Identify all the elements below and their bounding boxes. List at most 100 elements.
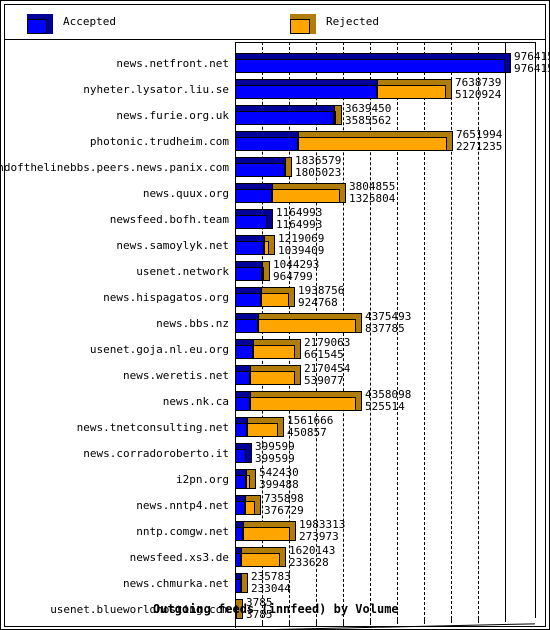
chart-row-values: 735898 376729 [264,493,304,517]
chart-row-bar: 97641579764157 [235,50,549,76]
bar-segment-rejected-front-face [245,501,255,515]
bar-side-face [290,521,296,541]
chart-row: news.nk.ca 4358098 525514 [5,388,543,414]
chart-row-bar: 1836579 1805023 [235,154,505,180]
legend-label-rejected: Rejected [326,15,379,28]
chart-row-bar: 4358098 525514 [235,388,505,414]
bar-segment-rejected [250,391,356,411]
chart-row-bar: 2179063 661545 [235,336,505,362]
chart-row-label: nyheter.lysator.liu.se [83,83,229,96]
legend-label-accepted: Accepted [63,15,116,28]
bar-segment-accepted [235,365,250,385]
bar-segment-accepted [235,313,258,333]
chart-row-values: 4358098 525514 [365,389,411,413]
chart-row-values: 3639450 3585562 [345,103,391,127]
bar-segment-accepted-front-face [235,137,298,151]
bar-segment-rejected [377,79,446,99]
bar-segment-accepted [235,131,298,151]
chart-row-accepted-value: 539077 [304,374,344,387]
chart-row: news.quux.org 3804855 1325804 [5,180,543,206]
chart-row-label: news.bbs.nz [156,317,229,330]
chart-row: usenet.goja.nl.eu.org 2179063 661545 [5,336,543,362]
bar-segment-accepted-front-face [235,475,246,489]
bar-side-face [246,443,252,463]
chart-row-bar: 1620143 233628 [235,544,505,570]
chart-row-bar: 3639450 3585562 [235,102,505,128]
chart-row: news.tnetconsulting.net 1561666 450857 [5,414,543,440]
chart-row-accepted-value: 450857 [287,426,327,439]
chart-row: nntp.comgw.net 1983313 273973 [5,518,543,544]
chart-row-bar: 542430 399488 [235,466,505,492]
chart-row: news.netfront.net 97641579764157 [5,50,549,76]
chart-row-label: news.weretis.net [123,369,229,382]
bar-side-face [242,573,248,593]
chart-row-label: news.netfront.net [116,57,229,70]
chart-row-accepted-value: 5120924 [455,88,502,101]
bar-segment-rejected [250,365,295,385]
bar-segment-rejected [258,313,356,333]
chart-row: news.bbs.nz 4375493 837785 [5,310,543,336]
bar-segment-rejected-front-face [247,423,278,437]
chart-row-accepted-value: 525514 [365,400,405,413]
bar-segment-rejected [298,131,447,151]
bar-segment-rejected-front-face [258,319,356,333]
chart-row-accepted-value: 924768 [298,296,338,309]
chart-row-accepted-value: 964799 [273,270,313,283]
bar-segment-rejected-front-face [250,371,295,385]
chart-row-values: 2170454 539077 [304,363,350,387]
chart-row-values: 542430 399488 [259,467,299,491]
chart-row-values: 1983313 273973 [299,519,345,543]
chart-row-bar: 1938756 924768 [235,284,505,310]
chart-row-label: news.nntp4.net [136,499,229,512]
chart-row-bar: 399599 399599 [235,440,505,466]
chart-row-bar: 2170454 539077 [235,362,505,388]
chart-row-values: 1836579 1805023 [295,155,341,179]
chart-row-label: endofthelinebbs.peers.news.panix.com [0,161,229,174]
chart-row-accepted-value: 1325804 [349,192,396,205]
chart-row-values: 399599 399599 [255,441,295,465]
chart-row: newsfeed.xs3.de 1620143 233628 [5,544,543,570]
bar-side-face [286,157,292,177]
chart-bars-container: news.netfront.net 97641579764157 nyheter.l… [1,40,549,624]
bar-segment-accepted [235,261,262,281]
chart-row-bar: 7638739 5120924 [235,76,505,102]
chart-row: endofthelinebbs.peers.news.panix.com 1836… [1,154,543,180]
bar-side-face [356,313,362,333]
bar-side-face [250,469,256,489]
chart-row-label: news.nk.ca [162,395,229,408]
chart-row: news.weretis.net 2170454 539077 [5,362,543,388]
chart-row-values: 235783 233044 [251,571,291,595]
bar-segment-accepted [235,183,272,203]
chart-row-label: i2pn.org [176,473,229,486]
chart-window: Accepted Rejected 0%10%20%30%40%50%60%70… [0,0,550,630]
bar-side-face [278,417,284,437]
chart-row-accepted-value: 1805023 [295,166,342,179]
chart-row-bar: 3804855 1325804 [235,180,505,206]
bar-segment-rejected-front-face [250,397,356,411]
bar-segment-accepted [235,79,377,99]
bar-side-face [280,547,286,567]
bar-segment-accepted [235,443,246,463]
x-axis-tick [235,624,236,628]
chart-row-accepted-value: 3585562 [345,114,392,127]
bar-segment-accepted [235,209,267,229]
chart-row: news.corradoroberto.it 399599 399599 [5,440,543,466]
chart-row-values: 1938756 924768 [298,285,344,309]
chart-row: usenet.network 1044293 964799 [5,258,543,284]
chart-row-accepted-value: 233628 [289,556,329,569]
chart-row: i2pn.org 542430 399488 [5,466,543,492]
bar-side-face [289,287,295,307]
chart-row-values: 1164993 1164993 [276,207,322,231]
bar-segment-rejected [272,183,340,203]
bar-segment-accepted [235,417,247,437]
rejected-swatch-front-face [290,19,310,34]
chart-row-accepted-value: 1039409 [278,244,325,257]
bar-segment-rejected-front-face [241,553,280,567]
chart-row-bar: 1561666 450857 [235,414,505,440]
chart-legend: Accepted Rejected [4,4,546,40]
bar-segment-accepted-front-face [235,293,261,307]
bar-segment-accepted [235,469,246,489]
chart-row-values: 1561666 450857 [287,415,333,439]
chart-row-label: news.corradoroberto.it [83,447,229,460]
chart-row-label: newsfeed.bofh.team [109,213,229,226]
